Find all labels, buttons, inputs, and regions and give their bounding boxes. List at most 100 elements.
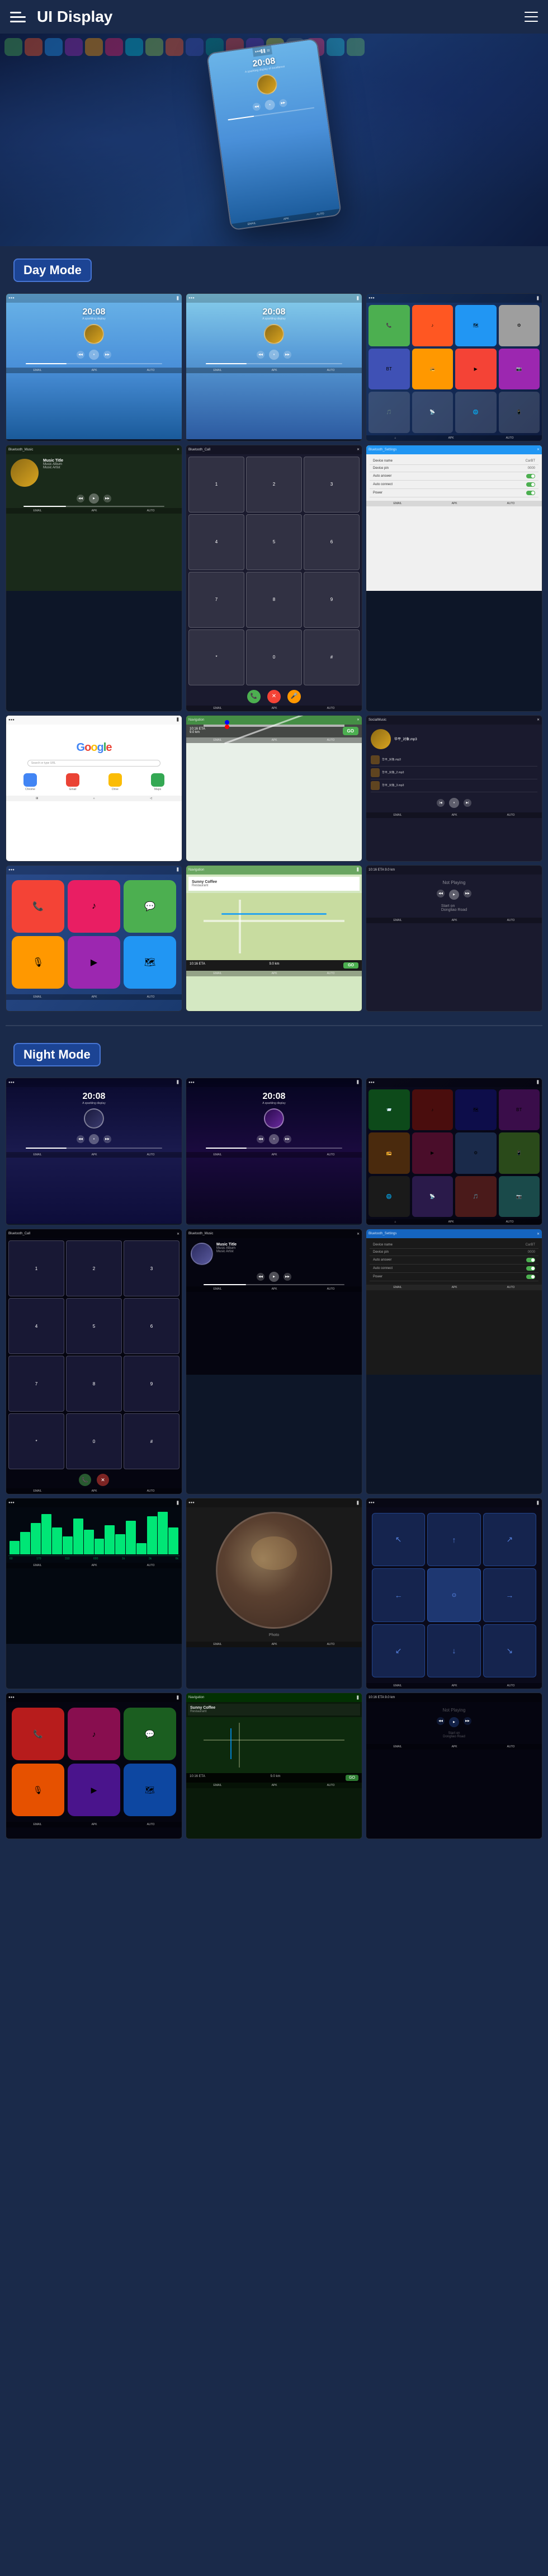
day-np-b3[interactable]: AUTO — [507, 919, 515, 922]
day-bts-toggle-answer[interactable] — [526, 474, 535, 478]
day-social-item-3[interactable]: 华平_对象_3.mp3 — [371, 779, 537, 792]
hero-bottom-email[interactable]: EMAIL — [247, 222, 256, 226]
night-btm-b2[interactable]: APK — [272, 1287, 277, 1291]
night-launcher-b3[interactable]: AUTO — [506, 1220, 514, 1224]
night-key-0[interactable]: 0 — [66, 1413, 122, 1469]
night-bts-toggle-answer[interactable] — [526, 1258, 535, 1262]
day-btm-b3[interactable]: AUTO — [147, 509, 155, 513]
night-eq-b1[interactable]: EMAIL — [34, 1564, 42, 1567]
day-m1-apk[interactable]: APK — [92, 369, 97, 372]
day-m2-email[interactable]: EMAIL — [214, 369, 222, 372]
day-app-maps[interactable]: 🗺 — [455, 305, 497, 346]
night-nav-b3[interactable]: AUTO — [507, 1684, 515, 1687]
day-nav-b1[interactable]: EMAIL — [214, 972, 222, 975]
hero-next[interactable]: ▶▶ — [278, 98, 287, 107]
day-appg-msg[interactable]: 💬 — [124, 880, 176, 933]
hero-play[interactable]: ⏸ — [264, 99, 275, 110]
night-arrow-l[interactable]: ← — [372, 1568, 425, 1621]
night-arrow-d[interactable]: ↓ — [427, 1624, 480, 1677]
day-appg-podcast[interactable]: 🎙 — [12, 936, 64, 989]
day-bts-b2[interactable]: APK — [452, 502, 457, 505]
night-np-b2[interactable]: APK — [452, 1745, 457, 1748]
day-launcher-home[interactable]: ⌂ — [395, 436, 396, 440]
night-arrow-r[interactable]: → — [483, 1568, 536, 1621]
night-app-8[interactable]: 📱 — [499, 1132, 540, 1174]
day-np-b2[interactable]: APK — [452, 919, 457, 922]
nav-icon[interactable] — [525, 12, 538, 22]
day-map-b2[interactable]: APK — [272, 739, 277, 742]
day-btc-b2[interactable]: APK — [272, 707, 277, 710]
day-btm-prev[interactable]: ◀◀ — [77, 495, 84, 502]
night-m2-b1[interactable]: EMAIL — [214, 1153, 222, 1157]
night-appg-maps[interactable]: 🗺 — [124, 1764, 176, 1816]
day-np-b1[interactable]: EMAIL — [394, 919, 402, 922]
day-key-6[interactable]: 6 — [304, 514, 360, 570]
day-np-next[interactable]: ▶▶ — [464, 890, 471, 897]
day-key-1[interactable]: 1 — [188, 457, 244, 513]
day-app-12[interactable]: 📱 — [499, 392, 540, 433]
day-key-8[interactable]: 8 — [246, 572, 302, 628]
day-bts-b1[interactable]: EMAIL — [394, 502, 402, 505]
day-bts-toggle-power[interactable] — [526, 491, 535, 495]
night-key-hash[interactable]: # — [124, 1413, 179, 1469]
night-btm-b3[interactable]: AUTO — [327, 1287, 335, 1291]
night-key-7[interactable]: 7 — [8, 1356, 64, 1412]
night-launcher-b2[interactable]: APK — [448, 1220, 454, 1224]
day-key-7[interactable]: 7 — [188, 572, 244, 628]
night-appg-netflix[interactable]: ▶ — [68, 1764, 120, 1816]
day-social-next[interactable]: ▶| — [464, 799, 471, 807]
day-app-phone[interactable]: 📞 — [369, 305, 410, 346]
night-nav-b2[interactable]: APK — [452, 1684, 457, 1687]
night-appg-msg[interactable]: 💬 — [124, 1708, 176, 1760]
hero-bottom-apk[interactable]: APK — [284, 217, 290, 221]
night-btc-call[interactable]: 📞 — [79, 1474, 91, 1486]
day-btc-b1[interactable]: EMAIL — [214, 707, 222, 710]
day-m2-next[interactable]: ▶▶ — [284, 351, 291, 359]
day-m2-auto[interactable]: AUTO — [327, 369, 335, 372]
day-np-prev[interactable]: ◀◀ — [437, 890, 445, 897]
day-social-b1[interactable]: EMAIL — [394, 814, 402, 817]
day-btm-next[interactable]: ▶▶ — [103, 495, 111, 502]
day-m1-play[interactable]: ⏸ — [89, 350, 99, 360]
day-btm-b2[interactable]: APK — [92, 509, 97, 513]
night-appg-podcast[interactable]: 🎙 — [12, 1764, 64, 1816]
night-nav-r-b2[interactable]: APK — [272, 1784, 277, 1787]
night-nav-r-b3[interactable]: AUTO — [327, 1784, 335, 1787]
day-m2-apk[interactable]: APK — [272, 369, 277, 372]
night-app-10[interactable]: 📡 — [412, 1176, 453, 1218]
day-social-play[interactable]: ⏸ — [449, 798, 459, 808]
night-btc-b3[interactable]: AUTO — [147, 1489, 155, 1493]
night-btc-b2[interactable]: APK — [92, 1489, 97, 1493]
day-appg-music2[interactable]: ♪ — [68, 880, 120, 933]
day-m1-auto[interactable]: AUTO — [147, 369, 155, 372]
night-bts-toggle-connect[interactable] — [526, 1266, 535, 1271]
day-map-go-button[interactable]: GO — [343, 727, 358, 735]
day-map-b3[interactable]: AUTO — [327, 739, 335, 742]
day-btc-call[interactable]: 📞 — [247, 690, 261, 703]
night-key-8[interactable]: 8 — [66, 1356, 122, 1412]
day-app-photo[interactable]: 📷 — [499, 349, 540, 390]
day-appg-b2[interactable]: APK — [92, 995, 97, 999]
day-launcher-auto[interactable]: AUTO — [506, 436, 514, 440]
night-photo-b3[interactable]: AUTO — [327, 1643, 335, 1646]
night-bts-b1[interactable]: EMAIL — [394, 1286, 402, 1289]
night-btc-b1[interactable]: EMAIL — [34, 1489, 42, 1493]
night-app-5[interactable]: 📻 — [369, 1132, 410, 1174]
google-shortcut-4[interactable]: Maps — [138, 773, 177, 791]
night-launcher-b1[interactable]: ⌂ — [395, 1220, 396, 1224]
night-arrow-c[interactable]: ⊙ — [427, 1568, 480, 1621]
night-arrow-ul[interactable]: ↖ — [372, 1513, 425, 1566]
night-m1-b2[interactable]: APK — [92, 1153, 97, 1157]
day-social-b2[interactable]: APK — [452, 814, 457, 817]
day-social-item-2[interactable]: 华平_对象_2.mp3 — [371, 767, 537, 779]
day-m2-play[interactable]: ⏸ — [269, 350, 279, 360]
night-key-4[interactable]: 4 — [8, 1298, 64, 1354]
day-np-play[interactable]: ▶ — [449, 890, 459, 900]
night-key-9[interactable]: 9 — [124, 1356, 179, 1412]
day-app-11[interactable]: 🌐 — [455, 392, 497, 433]
night-key-5[interactable]: 5 — [66, 1298, 122, 1354]
day-m2-prev[interactable]: ◀◀ — [257, 351, 264, 359]
night-btm-next[interactable]: ▶▶ — [284, 1273, 291, 1281]
night-app-bt[interactable]: BT — [499, 1089, 540, 1131]
day-social-prev[interactable]: |◀ — [437, 799, 445, 807]
